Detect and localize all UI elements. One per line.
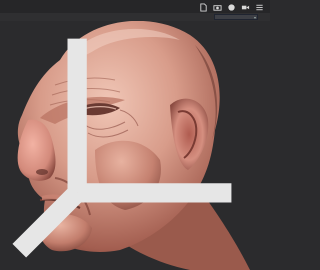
- 3d-viewport[interactable]: [0, 21, 270, 270]
- sculpting-app: ▾: [0, 0, 270, 270]
- file-icon[interactable]: [199, 2, 208, 12]
- top-toolbar: [0, 0, 270, 14]
- view-mode-dropdown[interactable]: ▾: [214, 14, 258, 20]
- menu-icon[interactable]: [255, 3, 264, 12]
- camera-icon[interactable]: [213, 3, 222, 12]
- toolbar-icon-group: [199, 2, 264, 12]
- secondary-toolbar: ▾: [0, 13, 270, 21]
- record-icon[interactable]: [227, 3, 236, 12]
- video-icon[interactable]: [241, 3, 250, 12]
- axis-gizmo-icon: [12, 38, 232, 258]
